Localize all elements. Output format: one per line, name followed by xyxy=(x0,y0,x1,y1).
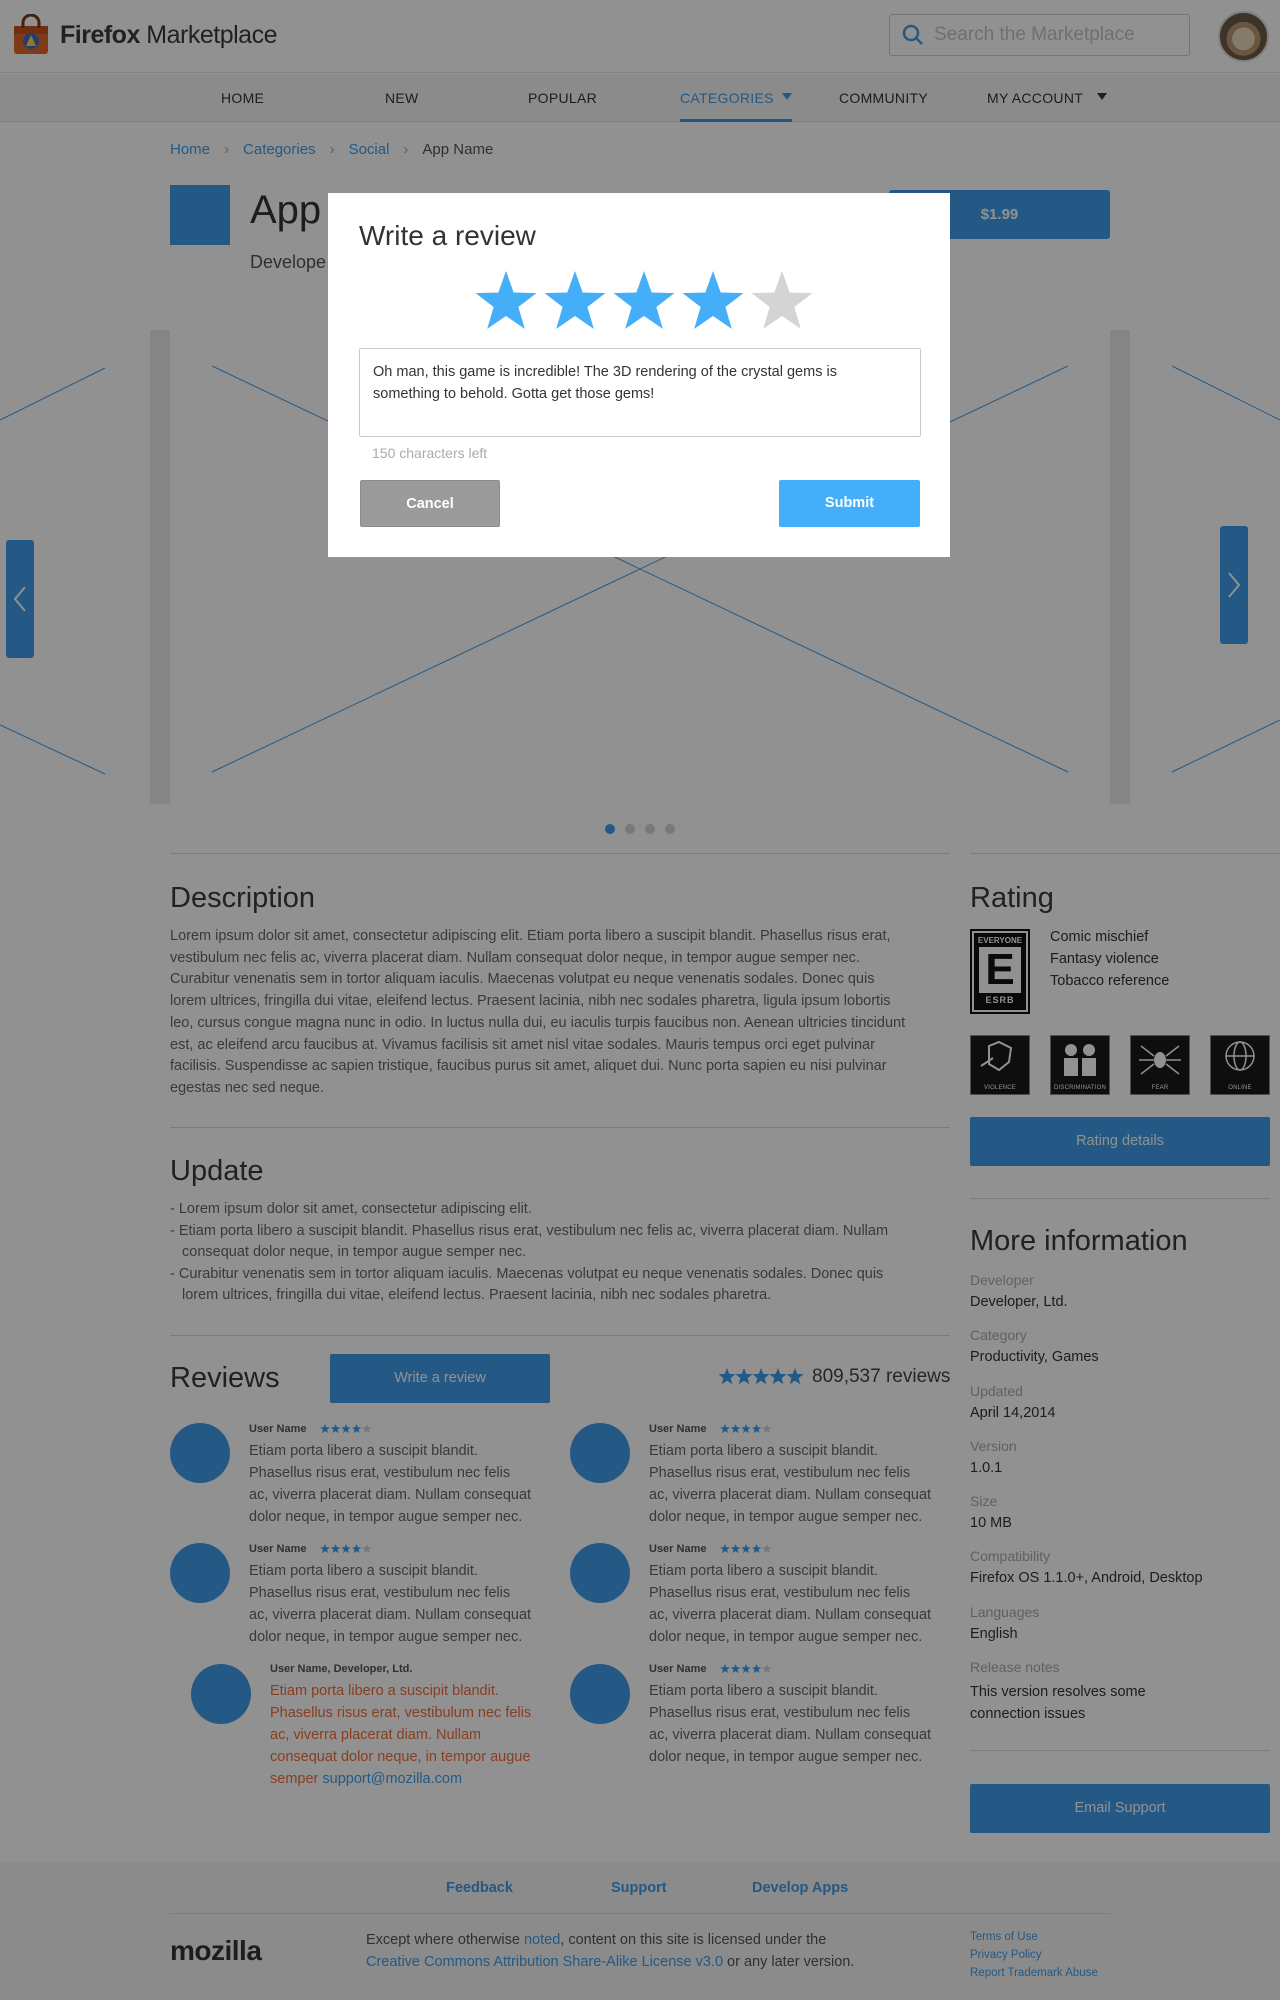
star-rating-input xyxy=(472,267,817,335)
rating-star-4-icon[interactable] xyxy=(679,267,747,335)
characters-left: 150 characters left xyxy=(372,445,488,461)
cancel-button[interactable]: Cancel xyxy=(360,480,500,527)
submit-button[interactable]: Submit xyxy=(779,480,920,527)
review-textarea[interactable]: Oh man, this game is incredible! The 3D … xyxy=(359,348,921,437)
rating-star-5-icon[interactable] xyxy=(748,267,816,335)
write-review-dialog: Write a review Oh man, this game is incr… xyxy=(328,193,950,557)
rating-star-1-icon[interactable] xyxy=(472,267,540,335)
rating-star-2-icon[interactable] xyxy=(541,267,609,335)
rating-star-3-icon[interactable] xyxy=(610,267,678,335)
dialog-title: Write a review xyxy=(359,220,536,251)
